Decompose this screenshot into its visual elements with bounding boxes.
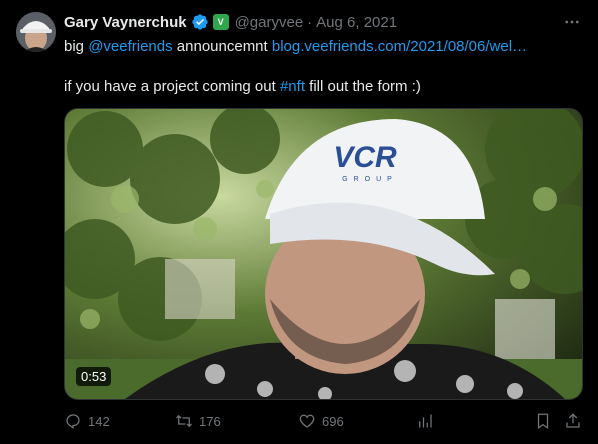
avatar[interactable] [16, 12, 56, 52]
reply-icon [66, 414, 80, 430]
author-handle[interactable]: @garyvee [235, 14, 304, 31]
hashtag-link[interactable]: #nft [280, 78, 305, 95]
cap-sub: GROUP [342, 176, 398, 183]
tweet-text-line-2: if you have a project coming out #nft fi… [64, 77, 584, 97]
author-name[interactable]: Gary Vaynerchuk [64, 14, 187, 31]
like-button[interactable]: 696 [298, 412, 344, 430]
cap-logo: VCR [333, 141, 397, 174]
avatar-image [16, 12, 56, 52]
video-duration: 0:53 [76, 367, 112, 386]
more-icon [565, 20, 579, 24]
tweet-date[interactable]: Aug 6, 2021 [316, 14, 397, 31]
like-icon [299, 414, 315, 428]
like-count: 696 [322, 413, 344, 429]
text-segment: if you have a project coming out [64, 78, 280, 95]
verified-icon [191, 14, 208, 30]
url-link[interactable]: blog.veefriends.com/2021/08/06/wel… [272, 38, 527, 55]
reply-count: 142 [88, 413, 110, 429]
tweet-text: big @veefriends announcemnt blog.veefrie… [64, 37, 584, 97]
mention-link[interactable]: @veefriends [88, 38, 172, 55]
reply-button[interactable]: 142 [64, 412, 110, 430]
more-button[interactable] [560, 10, 584, 34]
repost-count: 176 [199, 413, 221, 429]
tweet-header: Gary Vaynerchuk V @garyvee · Aug 6, 2021 [64, 12, 397, 32]
repost-button[interactable]: 176 [175, 412, 221, 430]
share-icon [566, 413, 580, 428]
video-thumbnail: VCR GROUP [65, 109, 582, 399]
affiliate-badge[interactable]: V [212, 14, 229, 30]
views-button[interactable] [416, 412, 434, 430]
separator: · [307, 13, 313, 31]
repost-icon [176, 414, 192, 428]
bookmark-button[interactable] [534, 412, 552, 430]
text-segment: fill out the form :) [305, 78, 421, 95]
action-bar: 142 176 696 [64, 410, 584, 434]
video-player[interactable]: VCR GROUP [64, 108, 583, 400]
views-icon [419, 414, 432, 428]
share-button[interactable] [564, 412, 582, 430]
text-segment: big [64, 38, 89, 55]
text-segment: announcemnt [172, 38, 272, 55]
bookmark-icon [537, 413, 549, 429]
tweet-text-line-1: big @veefriends announcemnt blog.veefrie… [64, 37, 584, 57]
